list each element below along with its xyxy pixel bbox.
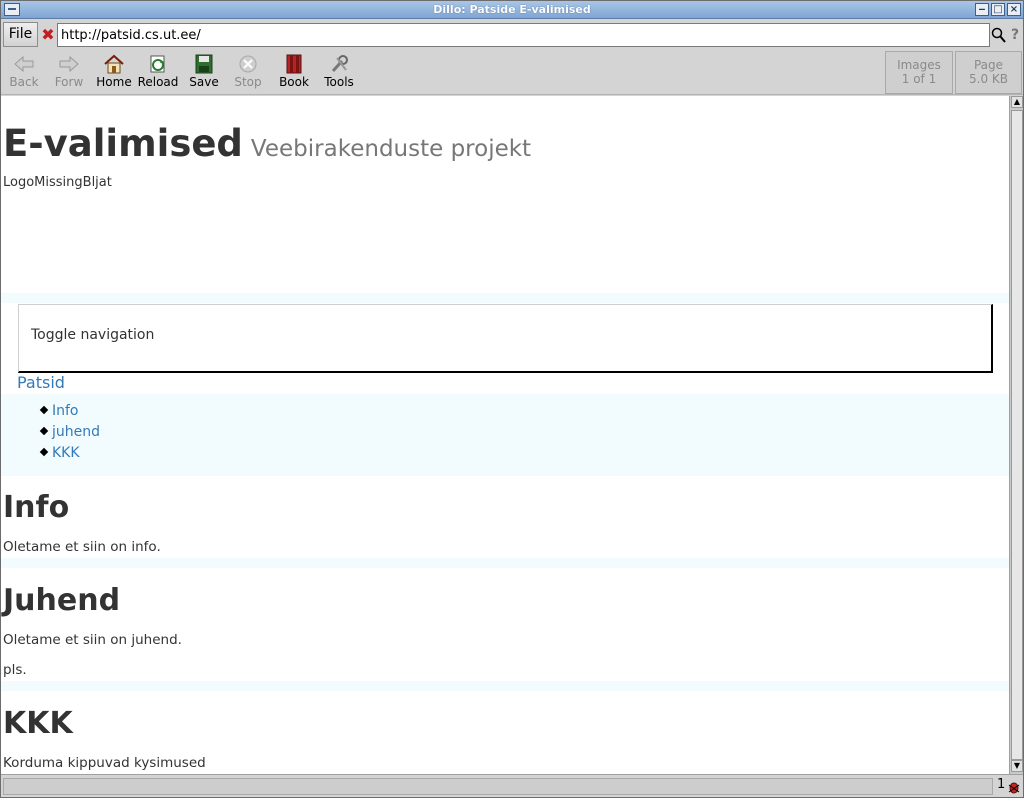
stop-button[interactable]: Stop: [226, 52, 270, 92]
location-bar: File ✖ ?: [1, 20, 1023, 49]
nav-link-label: KKK: [52, 445, 80, 461]
forward-button[interactable]: Forw: [47, 52, 91, 92]
home-button[interactable]: Home: [92, 52, 136, 92]
section-text: Oletame et siin on juhend.: [3, 632, 182, 648]
clear-url-icon[interactable]: ✖: [40, 24, 56, 46]
bug-count[interactable]: 1: [997, 777, 1005, 792]
book-icon: [283, 54, 305, 74]
file-menu-button[interactable]: File: [3, 22, 38, 47]
nav-link-juhend[interactable]: juhend: [39, 424, 101, 440]
section-heading-kkk: KKK: [3, 706, 73, 741]
forward-label: Forw: [54, 75, 84, 89]
save-button[interactable]: Save: [182, 52, 226, 92]
section-band: [1, 681, 1009, 691]
stop-icon: [237, 54, 259, 74]
window-title: Dillo: Patside E-valimised: [433, 3, 591, 16]
images-status[interactable]: Images 1 of 1: [885, 51, 953, 94]
section-band: [1, 558, 1009, 568]
maximize-button[interactable]: □: [991, 3, 1005, 16]
page-size-status: Page 5.0 KB: [955, 51, 1022, 94]
bullet-icon: [39, 405, 49, 415]
stop-label: Stop: [234, 75, 262, 89]
nav-link-kkk[interactable]: KKK: [39, 445, 80, 461]
bullet-icon: [39, 426, 49, 436]
reload-label: Reload: [137, 75, 179, 89]
page-viewport[interactable]: E-valimised Veebirakenduste projekt LogoM…: [1, 96, 1009, 774]
tools-icon: [328, 54, 350, 74]
page-size-value: 5.0 KB: [969, 72, 1008, 86]
nav-band: [1, 394, 1009, 476]
site-subtitle: Veebirakenduste projekt: [250, 136, 532, 162]
section-text: Oletame et siin on info.: [3, 539, 161, 555]
save-icon: [193, 54, 215, 74]
images-status-label: Images: [897, 58, 941, 72]
vertical-scrollbar[interactable]: ▲ ▼: [1009, 96, 1023, 774]
bookmarks-button[interactable]: Book: [272, 52, 316, 92]
status-message: [3, 778, 993, 795]
images-status-value: 1 of 1: [901, 72, 937, 86]
reload-icon: [147, 54, 169, 74]
navbar-band: [1, 293, 1009, 303]
nav-link-label: Info: [52, 403, 79, 419]
tools-label: Tools: [324, 75, 354, 89]
save-label: Save: [189, 75, 219, 89]
bullet-icon: [39, 447, 49, 457]
url-input[interactable]: [57, 23, 990, 47]
tools-button[interactable]: Tools: [317, 52, 361, 92]
toggle-navigation-button[interactable]: Toggle navigation: [18, 304, 993, 373]
book-label: Book: [279, 75, 309, 89]
back-button[interactable]: Back: [2, 52, 46, 92]
section-text: pls.: [3, 662, 27, 678]
scroll-up-arrow-icon[interactable]: ▲: [1011, 96, 1023, 108]
reload-button[interactable]: Reload: [136, 52, 180, 92]
brand-link[interactable]: Patsid: [17, 373, 65, 392]
back-label: Back: [9, 75, 39, 89]
search-icon[interactable]: [991, 25, 1007, 45]
scrollbar-thumb[interactable]: [1011, 110, 1023, 760]
help-icon[interactable]: ?: [1008, 25, 1022, 45]
home-label: Home: [96, 75, 132, 89]
section-text: Korduma kippuvad kysimused: [3, 755, 206, 771]
nav-link-info[interactable]: Info: [39, 403, 79, 419]
section-heading-info: Info: [3, 490, 70, 525]
browser-window: Dillo: Patside E-valimised ‒ □ × File ✖ …: [0, 0, 1024, 798]
page-size-label: Page: [973, 58, 1004, 72]
logo-alt-text: LogoMissingBljat: [3, 175, 112, 190]
forward-arrow-icon: [58, 54, 80, 74]
title-bar: Dillo: Patside E-valimised ‒ □ ×: [1, 1, 1023, 19]
toolbar: Back Forw Home Reload Save Stop Book Too…: [1, 49, 1023, 95]
minimize-button[interactable]: ‒: [975, 3, 989, 16]
toggle-navigation-label: Toggle navigation: [31, 327, 155, 343]
back-arrow-icon: [13, 54, 35, 74]
bug-meter-icon[interactable]: [1008, 779, 1020, 794]
home-icon: [103, 54, 125, 74]
page-title: E-valimised Veebirakenduste projekt: [3, 122, 531, 165]
scroll-down-arrow-icon[interactable]: ▼: [1011, 760, 1023, 772]
close-button[interactable]: ×: [1007, 3, 1021, 16]
nav-link-label: juhend: [52, 424, 101, 440]
site-title: E-valimised: [3, 122, 243, 165]
status-bar: 1: [1, 774, 1023, 797]
section-heading-juhend: Juhend: [3, 583, 121, 618]
